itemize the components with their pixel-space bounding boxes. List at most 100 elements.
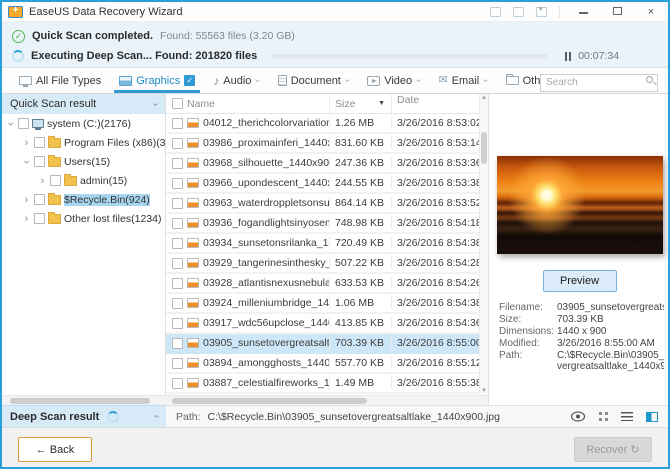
window-menu-icon[interactable] [536,7,547,17]
row-checkbox[interactable] [172,258,183,269]
row-checkbox[interactable] [172,118,183,129]
table-row[interactable]: 03968_silhouette_1440x900.jpg247.36 KB3/… [166,154,488,174]
sort-desc-icon[interactable]: ▼ [378,100,385,107]
expander-icon[interactable]: › [5,119,17,128]
scroll-up-icon[interactable]: ▲ [480,95,488,101]
chevron-down-icon[interactable]: › [480,79,491,82]
table-row[interactable]: 03963_waterdroppletsonsunro...864.14 KB3… [166,194,488,214]
table-row[interactable]: 03887_celestialfireworks_1440x...1.49 MB… [166,374,488,394]
expander-icon[interactable]: › [22,213,31,225]
minimize-button[interactable] [572,6,594,18]
filter-document[interactable]: Document › [269,68,358,93]
preview-eye-icon[interactable] [570,411,586,422]
scan-status-panel: ✓ Quick Scan completed. Found: 55563 fil… [2,22,668,68]
table-row[interactable]: 03905_sunsetovergreatsaltlake...703.39 K… [166,334,488,354]
vertical-scrollbar[interactable]: ▲ ▼ [479,94,488,395]
tree-item[interactable]: ›Other lost files(1234) [2,209,165,228]
table-row[interactable]: 03928_atlantisnexusnebula_144...633.53 K… [166,274,488,294]
image-file-icon [187,278,199,288]
filter-video[interactable]: Video › [358,68,429,93]
table-row[interactable]: 03936_fogandlightsinyosemite...748.98 KB… [166,214,488,234]
tree-item[interactable]: ›Program Files (x86)(3) [2,133,165,152]
recover-button[interactable]: Recover ↻ [574,437,652,462]
graphics-checked-dropdown-icon[interactable]: ✓ [184,75,195,86]
column-name[interactable]: Name [187,98,215,110]
deep-scan-result-header[interactable]: Deep Scan result › [2,405,166,427]
tree-checkbox[interactable] [18,118,29,129]
row-checkbox[interactable] [172,358,183,369]
select-all-checkbox[interactable] [172,98,183,109]
chevron-down-icon[interactable]: › [150,102,161,105]
row-checkbox[interactable] [172,338,183,349]
row-checkbox[interactable] [172,298,183,309]
chevron-down-icon[interactable]: › [342,79,353,82]
row-checkbox[interactable] [172,378,183,389]
column-size[interactable]: Size ▼ [329,94,391,113]
expander-icon[interactable]: › [38,175,47,187]
tree-item[interactable]: ›$Recycle.Bin(924) [2,190,165,209]
filter-audio[interactable]: ♪ Audio › [204,68,268,93]
back-button[interactable]: ← Back [18,437,92,462]
expander-icon[interactable]: › [22,137,31,149]
chevron-down-icon[interactable]: › [253,79,264,82]
deep-scan-status: Executing Deep Scan... Found: 201820 fil… [12,48,658,64]
close-button[interactable]: × [640,6,662,18]
row-checkbox[interactable] [172,278,183,289]
quick-scan-result-header[interactable]: Quick Scan result › [2,94,165,114]
search-input[interactable] [540,74,658,92]
preview-thumbnail-image[interactable] [497,156,663,254]
preview-button[interactable]: Preview [543,270,617,292]
device-icon[interactable] [490,7,501,17]
tree-item[interactable]: ›Users(15) [2,152,165,171]
tree-horizontal-scrollbar[interactable] [2,395,166,405]
row-checkbox[interactable] [172,158,183,169]
info-label: Filename: [499,302,557,313]
file-date: 3/26/2016 8:53:52 AM [391,197,488,209]
table-row[interactable]: 03986_proximainferi_1440x900....831.60 K… [166,134,488,154]
expander-icon[interactable]: › [21,157,33,166]
table-horizontal-scrollbar[interactable] [166,395,488,405]
row-checkbox[interactable] [172,178,183,189]
row-checkbox[interactable] [172,318,183,329]
column-date[interactable]: Date [391,94,488,113]
chat-icon[interactable] [513,7,524,17]
table-row[interactable]: 04012_therichcolorvariationsof...1.26 MB… [166,114,488,134]
table-row[interactable]: 03934_sunsetonsrilanka_1440x...720.49 KB… [166,234,488,254]
file-name: 03887_celestialfireworks_1440x... [203,377,329,389]
pause-button[interactable] [565,52,571,61]
table-row[interactable]: 03894_amongghosts_1440x900...557.70 KB3/… [166,354,488,374]
info-value: 1440 x 900 [557,326,664,337]
filter-all-file-types[interactable]: All File Types [10,68,110,93]
maximize-button[interactable] [606,6,628,18]
chevron-down-icon[interactable]: › [413,79,424,82]
tree-checkbox[interactable] [34,194,45,205]
tree-item[interactable]: ›system (C:)(2176) [2,114,165,133]
file-name: 03936_fogandlightsinyosemite... [203,217,329,229]
filter-email[interactable]: ✉ Email › [430,68,497,93]
file-size: 247.36 KB [329,157,391,169]
row-checkbox[interactable] [172,218,183,229]
table-row[interactable]: 03924_milleniumbridge_1440x9...1.06 MB3/… [166,294,488,314]
table-row[interactable]: 03917_wdc56upclose_1440x90...413.85 KB3/… [166,314,488,334]
tree-item[interactable]: ›admin(15) [2,171,165,190]
search-icon[interactable] [646,76,653,83]
tree-checkbox[interactable] [34,156,45,167]
file-size: 703.39 KB [329,337,391,349]
list-view-icon[interactable] [621,412,633,421]
details-view-icon[interactable] [646,412,658,422]
row-checkbox[interactable] [172,138,183,149]
folder-tree-panel: Quick Scan result › ›system (C:)(2176)›P… [2,94,166,395]
chevron-up-icon[interactable]: › [151,415,162,418]
thumbnail-view-icon[interactable] [599,412,608,421]
filter-graphics[interactable]: Graphics ✓ [110,68,204,93]
tree-checkbox[interactable] [50,175,61,186]
expander-icon[interactable]: › [22,194,31,206]
scroll-down-icon[interactable]: ▼ [480,388,488,394]
tree-checkbox[interactable] [34,137,45,148]
table-row[interactable]: 03966_upondescent_1440x900....244.55 KB3… [166,174,488,194]
scrollbar-thumb[interactable] [481,132,487,164]
tree-checkbox[interactable] [34,213,45,224]
table-row[interactable]: 03929_tangerinesinthesky_1440...507.22 K… [166,254,488,274]
row-checkbox[interactable] [172,238,183,249]
row-checkbox[interactable] [172,198,183,209]
